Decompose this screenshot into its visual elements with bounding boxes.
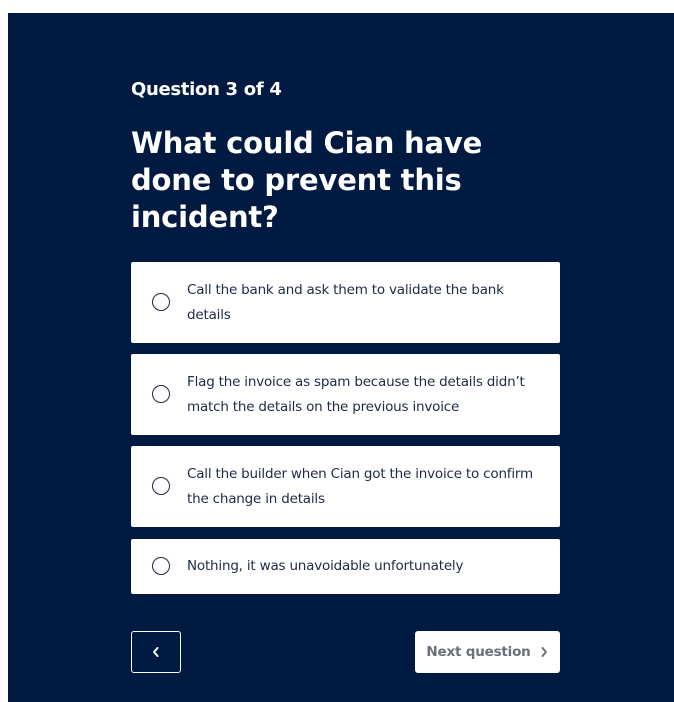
chevron-left-icon bbox=[151, 646, 161, 658]
answer-option-3[interactable]: Call the builder when Cian got the invoi… bbox=[131, 446, 560, 527]
radio-button[interactable] bbox=[152, 477, 170, 495]
next-question-label: Next question bbox=[426, 644, 531, 660]
answer-option-1[interactable]: Call the bank and ask them to validate t… bbox=[131, 262, 560, 343]
next-question-button[interactable]: Next question bbox=[415, 631, 560, 673]
answer-option-4[interactable]: Nothing, it was unavoidable unfortunatel… bbox=[131, 539, 560, 594]
back-button[interactable] bbox=[131, 631, 181, 673]
answer-option-label: Flag the invoice as spam because the det… bbox=[187, 374, 525, 415]
answer-option-label: Nothing, it was unavoidable unfortunatel… bbox=[187, 558, 464, 574]
chevron-right-icon bbox=[539, 646, 549, 658]
answer-option-label: Call the bank and ask them to validate t… bbox=[187, 282, 504, 323]
question-title: What could Cian have done to prevent thi… bbox=[131, 126, 483, 234]
radio-button[interactable] bbox=[152, 385, 170, 403]
radio-button[interactable] bbox=[152, 293, 170, 311]
question-counter: Question 3 of 4 bbox=[131, 79, 282, 100]
answer-option-2[interactable]: Flag the invoice as spam because the det… bbox=[131, 354, 560, 435]
quiz-panel: Question 3 of 4 What could Cian have don… bbox=[8, 13, 674, 702]
radio-button[interactable] bbox=[152, 557, 170, 575]
answer-option-label: Call the builder when Cian got the invoi… bbox=[187, 466, 533, 507]
